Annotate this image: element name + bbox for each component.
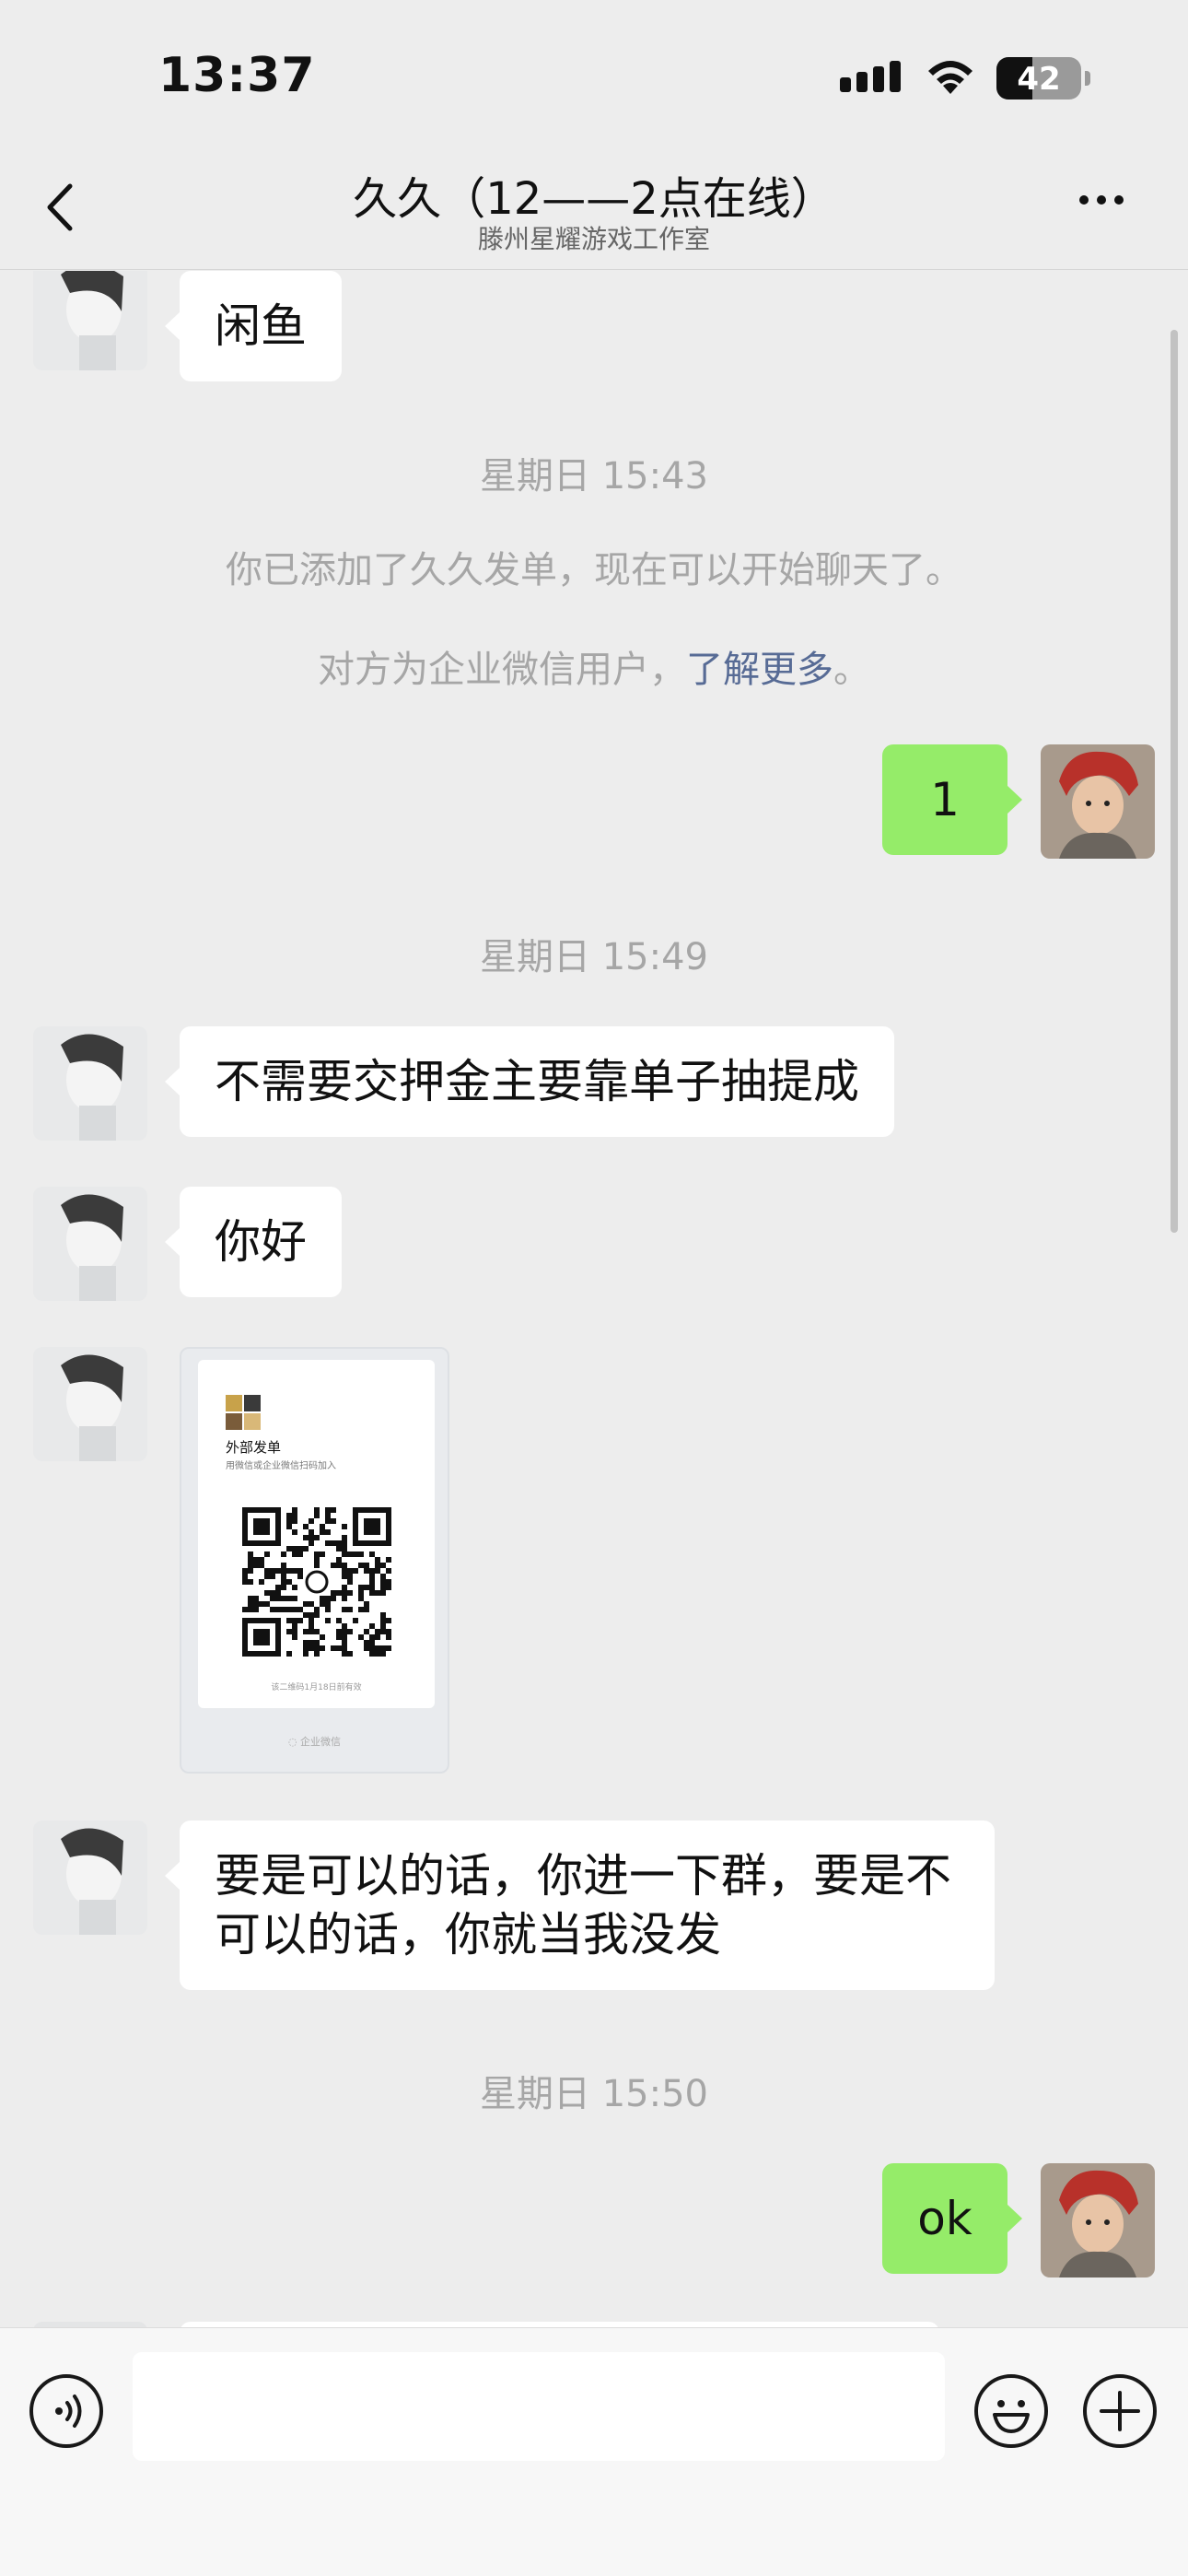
- qr-card-footer: ◌ 企业微信: [287, 1736, 342, 1748]
- emoji-icon[interactable]: [974, 2374, 1048, 2448]
- timestamp: 星期日 15:43: [480, 455, 708, 498]
- message-line: 可以的话，你就当我没发: [215, 1908, 721, 1961]
- wifi-icon: [928, 61, 973, 94]
- qr-card-title: 外部发单: [226, 1439, 282, 1456]
- more-dots-icon[interactable]: [1079, 195, 1124, 205]
- message-bubble[interactable]: 要是可以的话，你进一下群，要是不 可以的话，你就当我没发: [165, 1821, 995, 1990]
- chat-subtitle: 滕州星耀游戏工作室: [477, 224, 710, 254]
- contact-avatar[interactable]: [33, 1821, 147, 1935]
- scrollbar[interactable]: [1171, 330, 1178, 1233]
- message-line: 要是可以的话，你进一下群，要是不: [215, 1849, 951, 1903]
- battery-icon: 42: [996, 57, 1081, 100]
- message-bubble[interactable]: 闲鱼: [165, 271, 342, 381]
- timestamp: 星期日 15:49: [480, 936, 708, 978]
- system-notice-enterprise: 对方为企业微信用户，了解更多。: [0, 639, 1188, 693]
- message-input[interactable]: [133, 2352, 945, 2461]
- my-avatar[interactable]: [1041, 2163, 1155, 2277]
- qr-card-inner: 外部发单 用微信或企业微信扫码加入 该二维码1月18日前有效: [198, 1360, 435, 1708]
- plus-icon[interactable]: [1083, 2374, 1157, 2448]
- message-bubble-sent[interactable]: 1: [882, 744, 1022, 855]
- status-time: 13:37: [158, 48, 316, 103]
- message-bubble[interactable]: 你好: [165, 1187, 342, 1297]
- battery-percent: 42: [1017, 61, 1061, 98]
- battery-tip: [1085, 71, 1090, 86]
- learn-more-link[interactable]: 了解更多: [686, 649, 833, 691]
- group-logo-icon: [226, 1395, 261, 1430]
- system-notice-suffix: 。: [833, 649, 870, 691]
- message-list[interactable]: 闲鱼 星期日 15:43 你已添加了久久发单，现在可以开始聊天了。 对方为企业微…: [0, 271, 1188, 2327]
- qr-code-icon: [242, 1507, 391, 1657]
- contact-avatar[interactable]: [33, 1347, 147, 1461]
- message-bubble-sent[interactable]: ok: [882, 2163, 1022, 2274]
- timestamp: 星期日 15:50: [480, 2073, 708, 2115]
- system-notice-text: 对方为企业微信用户，: [318, 649, 686, 691]
- cellular-signal-icon: [840, 61, 901, 92]
- message-bubble[interactable]: 不需要交押金主要靠单子抽提成: [165, 1026, 894, 1137]
- voice-icon[interactable]: [29, 2374, 103, 2448]
- input-bar: [0, 2327, 1188, 2576]
- chat-header: 久久（12——2点在线） 滕州星耀游戏工作室: [0, 147, 1188, 270]
- my-avatar[interactable]: [1041, 744, 1155, 859]
- qr-card-description: 用微信或企业微信扫码加入: [226, 1461, 336, 1471]
- qr-code-card[interactable]: 外部发单 用微信或企业微信扫码加入 该二维码1月18日前有效 ◌ 企业微信: [180, 1347, 449, 1774]
- contact-avatar[interactable]: [33, 1187, 147, 1301]
- status-bar: 13:37 42: [0, 0, 1188, 147]
- qr-footer-label: 企业微信: [300, 1736, 342, 1748]
- contact-avatar[interactable]: [33, 271, 147, 370]
- chat-title[interactable]: 久久（12——2点在线）: [0, 162, 1188, 227]
- contact-avatar[interactable]: [33, 1026, 147, 1141]
- system-notice: 你已添加了久久发单，现在可以开始聊天了。: [226, 549, 962, 591]
- qr-expiry-note: 该二维码1月18日前有效: [271, 1683, 362, 1692]
